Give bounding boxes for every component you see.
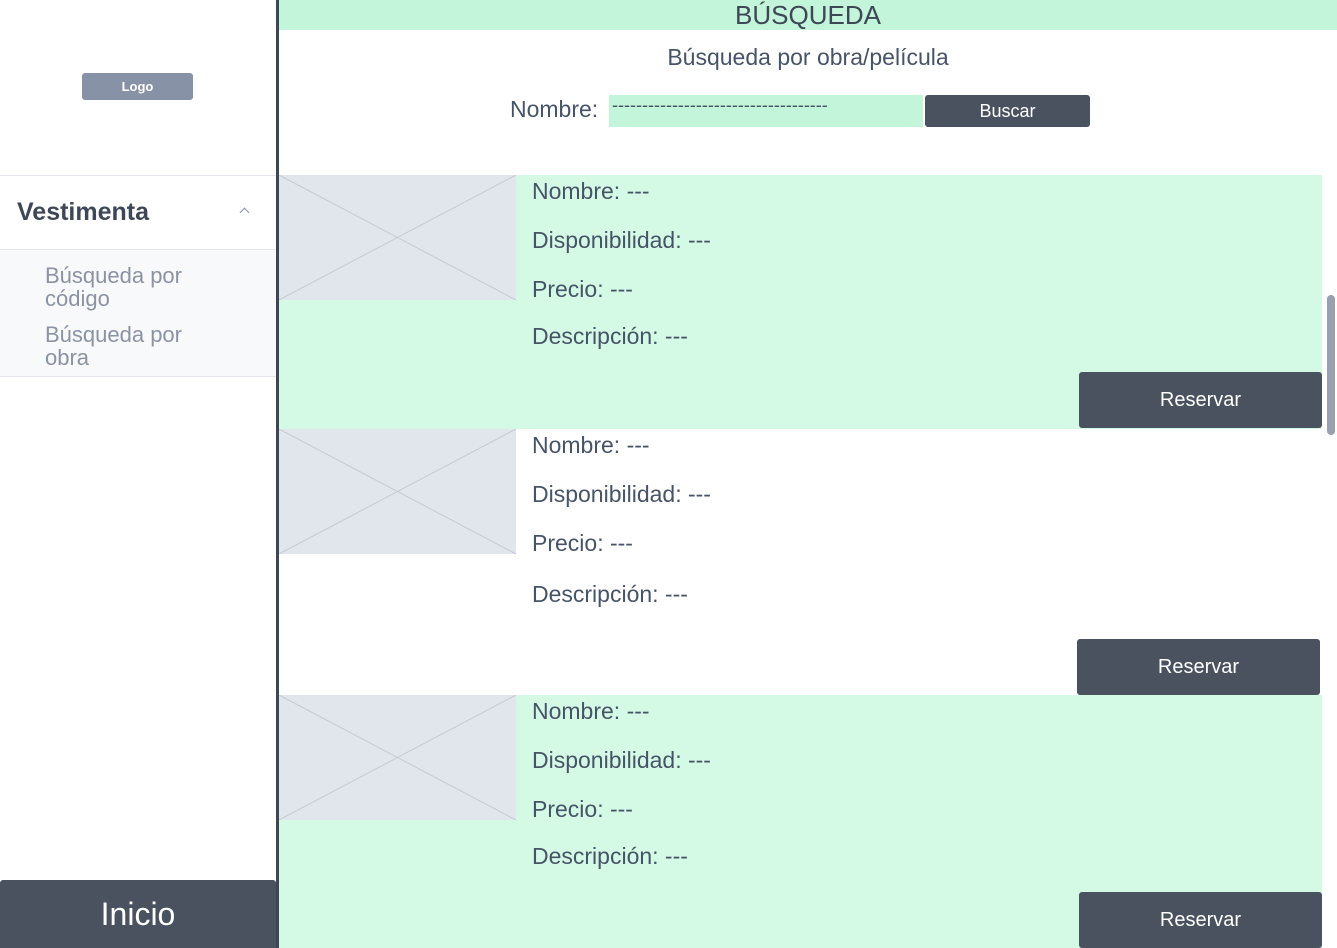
result-nombre: Nombre: ---	[532, 432, 650, 458]
scrollbar-thumb[interactable]	[1327, 295, 1335, 435]
result-nombre: Nombre: ---	[532, 178, 650, 204]
page-title: BÚSQUEDA	[279, 0, 1337, 30]
logo: Logo	[82, 73, 193, 100]
sidebar-item-busqueda-codigo[interactable]: Búsqueda por código	[45, 264, 225, 310]
result-disponibilidad: Disponibilidad: ---	[532, 227, 711, 253]
reserve-button[interactable]: Reservar	[1077, 639, 1320, 695]
result-descripcion: Descripción: ---	[532, 323, 688, 349]
sidebar: Logo Vestimenta Búsqueda por código Búsq…	[0, 0, 276, 948]
main-content: BÚSQUEDA Búsqueda por obra/película Nomb…	[279, 0, 1337, 948]
result-precio: Precio: ---	[532, 530, 633, 556]
scrollbar[interactable]	[1323, 175, 1337, 948]
result-descripcion: Descripción: ---	[532, 843, 688, 869]
result-precio: Precio: ---	[532, 276, 633, 302]
reserve-button[interactable]: Reservar	[1079, 372, 1322, 428]
sidebar-submenu: Búsqueda por código Búsqueda por obra	[0, 250, 276, 377]
reserve-button[interactable]: Reservar	[1079, 892, 1322, 948]
result-card: Nombre: --- Disponibilidad: --- Precio: …	[279, 695, 1322, 948]
result-nombre: Nombre: ---	[532, 698, 650, 724]
search-subtitle: Búsqueda por obra/película	[667, 44, 949, 70]
home-button[interactable]: Inicio	[0, 880, 276, 948]
result-disponibilidad: Disponibilidad: ---	[532, 747, 711, 773]
name-label: Nombre:	[510, 96, 599, 122]
image-placeholder	[279, 175, 516, 300]
sidebar-section-title: Vestimenta	[17, 198, 150, 226]
result-precio: Precio: ---	[532, 796, 633, 822]
name-input[interactable]: ------------------------------------	[609, 95, 923, 127]
sidebar-item-busqueda-obra[interactable]: Búsqueda por obra	[45, 323, 225, 369]
result-disponibilidad: Disponibilidad: ---	[532, 481, 711, 507]
result-card: Nombre: --- Disponibilidad: --- Precio: …	[279, 175, 1322, 429]
chevron-up-icon[interactable]	[239, 207, 250, 218]
image-placeholder	[279, 695, 516, 820]
search-button[interactable]: Buscar	[925, 95, 1090, 127]
result-descripcion: Descripción: ---	[532, 581, 688, 607]
results-list: Nombre: --- Disponibilidad: --- Precio: …	[279, 175, 1337, 948]
result-card: Nombre: --- Disponibilidad: --- Precio: …	[279, 429, 1322, 695]
image-placeholder	[279, 429, 516, 554]
sidebar-section-vestimenta[interactable]: Vestimenta	[0, 175, 276, 250]
